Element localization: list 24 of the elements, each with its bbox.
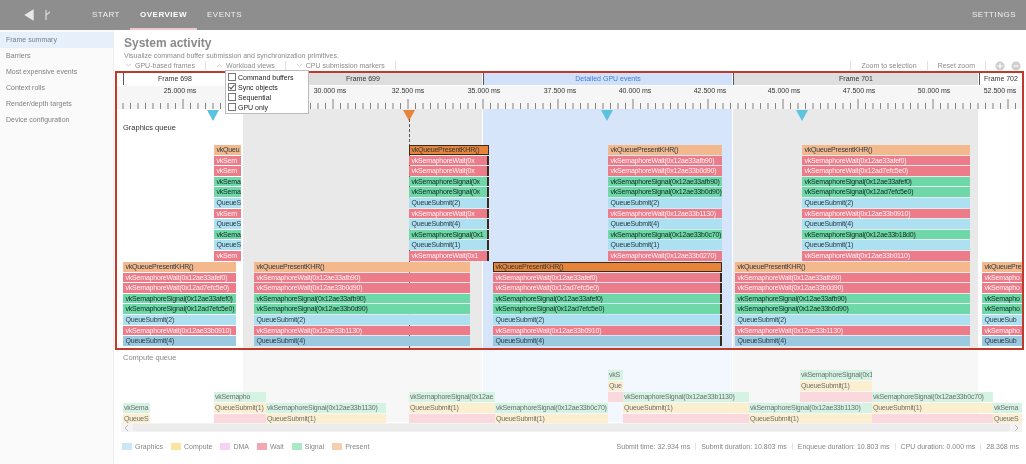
checkbox[interactable] <box>228 83 236 91</box>
zoom-in-icon[interactable] <box>995 60 1005 71</box>
wait-event-bar[interactable] <box>623 414 749 424</box>
nav-tab[interactable]: OVERVIEW <box>130 0 197 30</box>
chevron-icon <box>295 63 303 68</box>
scroll-left-icon[interactable] <box>124 423 130 432</box>
checkbox[interactable] <box>228 73 236 81</box>
nav-tab[interactable]: EVENTS <box>196 0 252 30</box>
scroll-right-icon[interactable] <box>1013 423 1019 432</box>
chevron-icon <box>215 63 223 68</box>
page-title: System activity <box>123 35 213 50</box>
chevron-icon <box>125 63 132 68</box>
wait-event-bar[interactable] <box>608 392 623 402</box>
horizontal-scrollbar[interactable] <box>121 423 1022 432</box>
settings-tab[interactable]: SETTINGS <box>962 0 1026 30</box>
checkbox[interactable] <box>228 93 236 101</box>
wait-event-bar[interactable] <box>800 392 872 402</box>
back-arrow-icon[interactable] <box>22 8 36 22</box>
nav-tab[interactable]: START <box>82 0 130 30</box>
wait-event-bar[interactable] <box>214 414 266 424</box>
wait-event-bar[interactable] <box>409 414 495 424</box>
wait-event-bar[interactable] <box>872 414 993 424</box>
zoom-out-icon[interactable] <box>1011 60 1021 71</box>
checkbox[interactable] <box>228 103 236 111</box>
